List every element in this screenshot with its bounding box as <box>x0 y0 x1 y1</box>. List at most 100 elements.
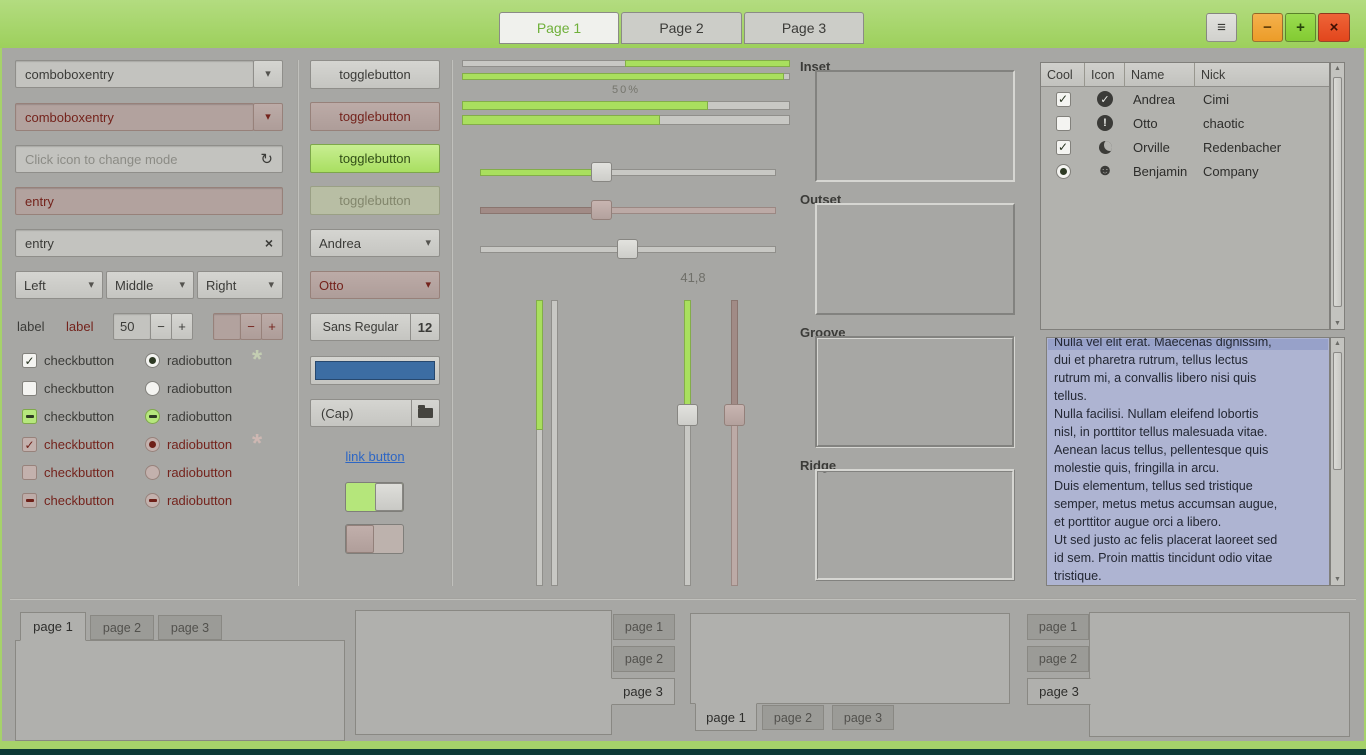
scale-handle[interactable] <box>591 162 612 182</box>
column-header-cool[interactable]: Cool <box>1041 63 1085 87</box>
togglebutton-insensitive[interactable]: togglebutton <box>310 186 440 215</box>
scroll-down-icon[interactable]: ▼ <box>1331 576 1344 583</box>
tree-checkbox-checked[interactable] <box>1056 140 1071 155</box>
checkbutton-unchecked[interactable]: checkbutton <box>22 380 114 397</box>
radiobutton-mixed-insensitive[interactable]: radiobutton <box>145 492 232 509</box>
notebook3-tab-page2[interactable]: page 2 <box>762 705 824 730</box>
close-button[interactable]: × <box>1318 13 1350 42</box>
notebook4-tab-page2[interactable]: page 2 <box>1027 646 1089 672</box>
notebook4-tab-page3[interactable]: page 3 <box>1027 678 1091 705</box>
tree-cell-nick: chaotic <box>1203 116 1244 131</box>
tree-row[interactable]: ! Otto chaotic <box>1041 111 1329 135</box>
switch-off-insensitive[interactable] <box>345 524 404 554</box>
notebook1-tab-page2[interactable]: page 2 <box>90 615 154 640</box>
notebook4-tab-page1[interactable]: page 1 <box>1027 614 1089 640</box>
scale-handle[interactable] <box>617 239 638 259</box>
scrollbar-thumb[interactable] <box>1333 77 1342 307</box>
notebook2-tab-page3[interactable]: page 3 <box>611 678 675 705</box>
notebook2-tab-page1[interactable]: page 1 <box>613 614 675 640</box>
titlebar-tab-page1[interactable]: Page 1 <box>499 12 619 44</box>
notebook3-tab-page1[interactable]: page 1 <box>695 703 757 731</box>
mode-entry[interactable]: Click icon to change mode ↻ <box>15 145 283 173</box>
togglebutton-pressed[interactable]: togglebutton <box>310 102 440 131</box>
tree-checkbox-checked[interactable] <box>1056 92 1071 107</box>
column-header-icon[interactable]: Icon <box>1085 63 1125 87</box>
clear-icon[interactable]: × <box>265 235 273 251</box>
radiobutton-selected-insensitive[interactable]: radiobutton <box>145 436 232 453</box>
color-button[interactable] <box>310 356 440 385</box>
entry-with-clear[interactable]: entry × <box>15 229 283 257</box>
scroll-up-icon[interactable]: ▲ <box>1331 340 1344 347</box>
radiobutton-unselected[interactable]: radiobutton <box>145 380 232 397</box>
scroll-down-icon[interactable]: ▼ <box>1331 320 1344 327</box>
checkbutton-checked[interactable]: checkbutton <box>22 352 114 369</box>
textview[interactable]: Nulla vel elit erat. Maecenas dignissim,… <box>1046 337 1330 586</box>
checkbutton-mixed[interactable]: checkbutton <box>22 408 114 425</box>
togglebutton-normal[interactable]: togglebutton <box>310 60 440 89</box>
spin-plus-button-insensitive[interactable]: + <box>261 313 283 340</box>
spin-minus-button-insensitive[interactable]: − <box>240 313 262 340</box>
chevron-down-icon: ▾ <box>265 112 271 123</box>
column-header-nick[interactable]: Nick <box>1195 63 1329 87</box>
scale-vertical-1[interactable] <box>684 300 691 586</box>
checkbutton-unchecked-insensitive[interactable]: checkbutton <box>22 464 114 481</box>
scrollbar-thumb[interactable] <box>1333 352 1342 470</box>
notebook3-tab-page3[interactable]: page 3 <box>832 705 894 730</box>
treeview[interactable]: Cool Icon Name Nick ✓ Andrea Cimi ! Otto… <box>1040 62 1330 330</box>
titlebar-tab-page3[interactable]: Page 3 <box>744 12 864 44</box>
file-chooser-button[interactable]: (Cap) <box>310 399 440 427</box>
radiobutton-selected[interactable]: radiobutton <box>145 352 232 369</box>
combobox-left[interactable]: Left ▾ <box>15 271 103 299</box>
scale-horizontal-1[interactable] <box>480 169 776 176</box>
tree-scrollbar[interactable]: ▲ ▼ <box>1330 62 1345 330</box>
radiobutton-label: radiobutton <box>167 437 232 452</box>
scale-handle-insensitive[interactable] <box>724 404 745 426</box>
link-button[interactable]: link button <box>310 449 440 464</box>
radiobutton-unselected-insensitive[interactable]: radiobutton <box>145 464 232 481</box>
spinbutton-value-insensitive[interactable] <box>213 313 241 340</box>
spin-plus-button[interactable]: + <box>171 313 193 340</box>
combobox-label: Left <box>24 278 46 293</box>
progress-fill <box>462 115 660 125</box>
combobox-entry-dropdown-button[interactable]: ▾ <box>253 60 283 88</box>
notebook1-tab-page1[interactable]: page 1 <box>20 612 86 641</box>
refresh-icon[interactable]: ↻ <box>260 150 273 168</box>
tree-radio-selected[interactable] <box>1056 164 1071 179</box>
scale-horizontal-insensitive[interactable] <box>480 207 776 214</box>
checkbutton-mixed-insensitive[interactable]: checkbutton <box>22 492 114 509</box>
combobox-name-insensitive[interactable]: Otto ▾ <box>310 271 440 299</box>
spinbutton-value[interactable]: 50 <box>113 313 151 340</box>
titlebar-tab-page2[interactable]: Page 2 <box>621 12 742 44</box>
togglebutton-active[interactable]: togglebutton <box>310 144 440 173</box>
entry-insensitive[interactable]: entry <box>15 187 283 215</box>
frame-inset <box>815 70 1015 182</box>
menu-button[interactable]: ≡ <box>1206 13 1237 42</box>
combobox-right[interactable]: Right ▾ <box>197 271 283 299</box>
radiobutton-mixed[interactable]: radiobutton <box>145 408 232 425</box>
combobox-middle[interactable]: Middle ▾ <box>106 271 194 299</box>
vertical-separator <box>297 60 299 586</box>
textview-scrollbar[interactable]: ▲ ▼ <box>1330 337 1345 586</box>
column-header-name[interactable]: Name <box>1125 63 1195 87</box>
checkbutton-checked-insensitive[interactable]: checkbutton <box>22 436 114 453</box>
maximize-button[interactable]: + <box>1285 13 1316 42</box>
scroll-up-icon[interactable]: ▲ <box>1331 65 1344 72</box>
combobox-entry-field-insensitive[interactable]: comboboxentry <box>15 103 254 131</box>
notebook2-tab-page2[interactable]: page 2 <box>613 646 675 672</box>
font-button[interactable]: Sans Regular 12 <box>310 313 440 341</box>
scale-vertical-insensitive[interactable] <box>731 300 738 586</box>
scale-handle[interactable] <box>677 404 698 426</box>
minimize-button[interactable]: − <box>1252 13 1283 42</box>
notebook1-tab-page3[interactable]: page 3 <box>158 615 222 640</box>
tree-row[interactable]: ☻ Benjamin Company <box>1041 159 1329 183</box>
combobox-entry-dropdown-button-insensitive[interactable]: ▾ <box>253 103 283 131</box>
tree-row[interactable]: ✓ Andrea Cimi <box>1041 87 1329 111</box>
combobox-name[interactable]: Andrea ▾ <box>310 229 440 257</box>
spin-minus-button[interactable]: − <box>150 313 172 340</box>
tree-row[interactable]: Orville Redenbacher <box>1041 135 1329 159</box>
combobox-entry-field[interactable]: comboboxentry <box>15 60 254 88</box>
tree-checkbox-unchecked[interactable] <box>1056 116 1071 131</box>
scale-handle-insensitive[interactable] <box>591 200 612 220</box>
folder-icon <box>412 408 439 418</box>
switch-on[interactable] <box>345 482 404 512</box>
